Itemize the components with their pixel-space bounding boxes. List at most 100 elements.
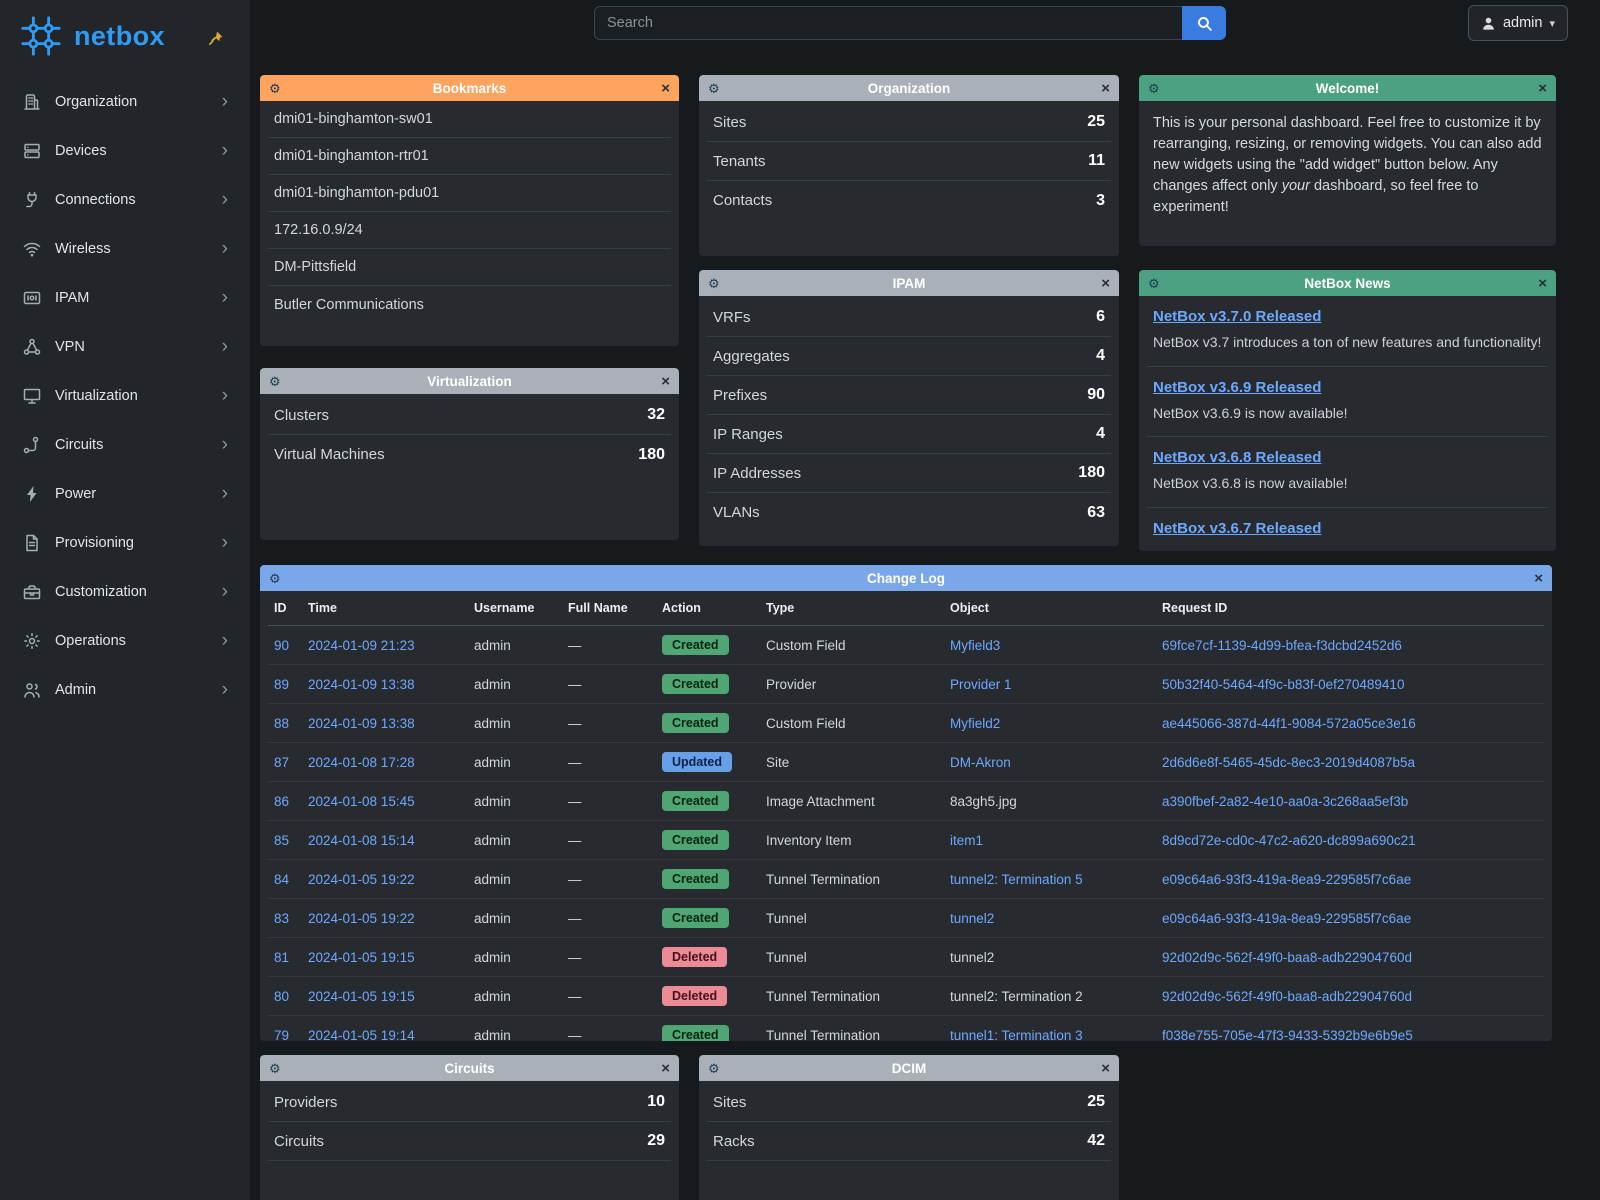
search-input[interactable] [594,6,1182,40]
widget-close-icon[interactable]: × [1101,81,1110,96]
sidebar-item-wireless[interactable]: Wireless › [0,224,250,273]
stat-count-link[interactable]: 63 [1087,504,1105,522]
changelog-id-link[interactable]: 90 [274,638,289,653]
stat-count-link[interactable]: 90 [1087,386,1105,404]
widget-config-icon[interactable]: ⚙ [269,572,281,585]
widget-close-icon[interactable]: × [1538,81,1547,96]
sidebar-item-organization[interactable]: Organization › [0,77,250,126]
widget-close-icon[interactable]: × [1534,571,1543,586]
request-id-link[interactable]: e09c64a6-93f3-419a-8ea9-229585f7c6ae [1162,872,1411,887]
request-id-link[interactable]: 2d6d6e8f-5465-45dc-8ec3-2019d4087b5a [1162,755,1415,770]
changelog-time-link[interactable]: 2024-01-09 13:38 [308,677,415,692]
bookmark-item[interactable]: dmi01-binghamton-sw01 [268,101,671,138]
changelog-object-link[interactable]: tunnel2 [950,911,994,926]
changelog-object-link[interactable]: tunnel2 [950,950,994,965]
widget-close-icon[interactable]: × [661,374,670,389]
stat-count-link[interactable]: 3 [1096,192,1105,210]
sidebar-item-power[interactable]: Power › [0,469,250,518]
changelog-time-link[interactable]: 2024-01-05 19:14 [308,1028,415,1042]
sidebar-item-admin[interactable]: Admin › [0,665,250,714]
bookmark-item[interactable]: dmi01-binghamton-rtr01 [268,138,671,175]
widget-config-icon[interactable]: ⚙ [269,1062,281,1075]
changelog-id-link[interactable]: 85 [274,833,289,848]
stat-count-link[interactable]: 42 [1087,1132,1105,1150]
request-id-link[interactable]: 8d9cd72e-cd0c-47c2-a620-dc899a690c21 [1162,833,1416,848]
widget-config-icon[interactable]: ⚙ [708,1062,720,1075]
changelog-time-link[interactable]: 2024-01-08 17:28 [308,755,415,770]
request-id-link[interactable]: a390fbef-2a82-4e10-aa0a-3c268aa5ef3b [1162,794,1408,809]
stat-count-link[interactable]: 25 [1087,1093,1105,1111]
sidebar-item-devices[interactable]: Devices › [0,126,250,175]
bookmark-item[interactable]: Butler Communications [268,286,671,323]
changelog-id-link[interactable]: 87 [274,755,289,770]
stat-count-link[interactable]: 10 [647,1093,665,1111]
sidebar-item-circuits[interactable]: Circuits › [0,420,250,469]
changelog-time-link[interactable]: 2024-01-08 15:14 [308,833,415,848]
changelog-id-link[interactable]: 86 [274,794,289,809]
pin-sidebar-icon[interactable] [207,30,224,47]
request-id-link[interactable]: e09c64a6-93f3-419a-8ea9-229585f7c6ae [1162,911,1411,926]
bookmark-item[interactable]: dmi01-binghamton-pdu01 [268,175,671,212]
sidebar-item-customization[interactable]: Customization › [0,567,250,616]
changelog-object-link[interactable]: Myfield3 [950,638,1000,653]
news-link[interactable]: NetBox v3.6.8 Released [1153,449,1321,466]
news-link[interactable]: NetBox v3.7.0 Released [1153,308,1321,325]
stat-count-link[interactable]: 11 [1088,152,1105,170]
changelog-id-link[interactable]: 81 [274,950,289,965]
news-link[interactable]: NetBox v3.6.9 Released [1153,379,1321,396]
changelog-object-link[interactable]: Myfield2 [950,716,1000,731]
changelog-id-link[interactable]: 83 [274,911,289,926]
sidebar-item-provisioning[interactable]: Provisioning › [0,518,250,567]
sidebar-item-virtualization[interactable]: Virtualization › [0,371,250,420]
bookmark-item[interactable]: 172.16.0.9/24 [268,212,671,249]
changelog-object-link[interactable]: 8a3gh5.jpg [950,794,1017,809]
stat-count-link[interactable]: 6 [1096,308,1105,326]
sidebar-item-connections[interactable]: Connections › [0,175,250,224]
user-menu-button[interactable]: admin ▾ [1468,5,1568,41]
stat-count-link[interactable]: 180 [638,446,665,464]
widget-config-icon[interactable]: ⚙ [269,82,281,95]
changelog-time-link[interactable]: 2024-01-08 15:45 [308,794,415,809]
stat-count-link[interactable]: 4 [1096,425,1105,443]
changelog-time-link[interactable]: 2024-01-09 13:38 [308,716,415,731]
changelog-id-link[interactable]: 79 [274,1028,289,1042]
search-button[interactable] [1182,6,1226,40]
changelog-object-link[interactable]: tunnel2: Termination 2 [950,989,1083,1004]
stat-count-link[interactable]: 25 [1087,113,1105,131]
stat-count-link[interactable]: 29 [647,1132,665,1150]
request-id-link[interactable]: 92d02d9c-562f-49f0-baa8-adb22904760d [1162,989,1412,1004]
news-link[interactable]: NetBox v3.6.7 Released [1153,520,1321,537]
widget-config-icon[interactable]: ⚙ [1148,277,1160,290]
widget-config-icon[interactable]: ⚙ [269,375,281,388]
request-id-link[interactable]: ae445066-387d-44f1-9084-572a05ce3e16 [1162,716,1416,731]
request-id-link[interactable]: 50b32f40-5464-4f9c-b83f-0ef270489410 [1162,677,1404,692]
stat-count-link[interactable]: 180 [1078,464,1105,482]
widget-config-icon[interactable]: ⚙ [708,277,720,290]
widget-close-icon[interactable]: × [1101,276,1110,291]
widget-config-icon[interactable]: ⚙ [708,82,720,95]
changelog-object-link[interactable]: item1 [950,833,983,848]
widget-close-icon[interactable]: × [661,81,670,96]
brand-home-link[interactable]: netbox [0,0,250,69]
changelog-object-link[interactable]: Provider 1 [950,677,1012,692]
request-id-link[interactable]: f038e755-705e-47f3-9433-5392b9e6b9e5 [1162,1028,1413,1042]
sidebar-item-operations[interactable]: Operations › [0,616,250,665]
changelog-id-link[interactable]: 88 [274,716,289,731]
changelog-time-link[interactable]: 2024-01-05 19:15 [308,989,415,1004]
changelog-object-link[interactable]: tunnel1: Termination 3 [950,1028,1083,1042]
request-id-link[interactable]: 92d02d9c-562f-49f0-baa8-adb22904760d [1162,950,1412,965]
widget-close-icon[interactable]: × [1538,276,1547,291]
changelog-time-link[interactable]: 2024-01-09 21:23 [308,638,415,653]
widget-close-icon[interactable]: × [1101,1061,1110,1076]
stat-count-link[interactable]: 32 [647,406,665,424]
changelog-id-link[interactable]: 89 [274,677,289,692]
sidebar-item-vpn[interactable]: VPN › [0,322,250,371]
widget-close-icon[interactable]: × [661,1061,670,1076]
stat-count-link[interactable]: 4 [1096,347,1105,365]
changelog-time-link[interactable]: 2024-01-05 19:22 [308,872,415,887]
widget-config-icon[interactable]: ⚙ [1148,82,1160,95]
changelog-id-link[interactable]: 84 [274,872,289,887]
request-id-link[interactable]: 69fce7cf-1139-4d99-bfea-f3dcbd2452d6 [1162,638,1402,653]
changelog-id-link[interactable]: 80 [274,989,289,1004]
changelog-object-link[interactable]: tunnel2: Termination 5 [950,872,1083,887]
